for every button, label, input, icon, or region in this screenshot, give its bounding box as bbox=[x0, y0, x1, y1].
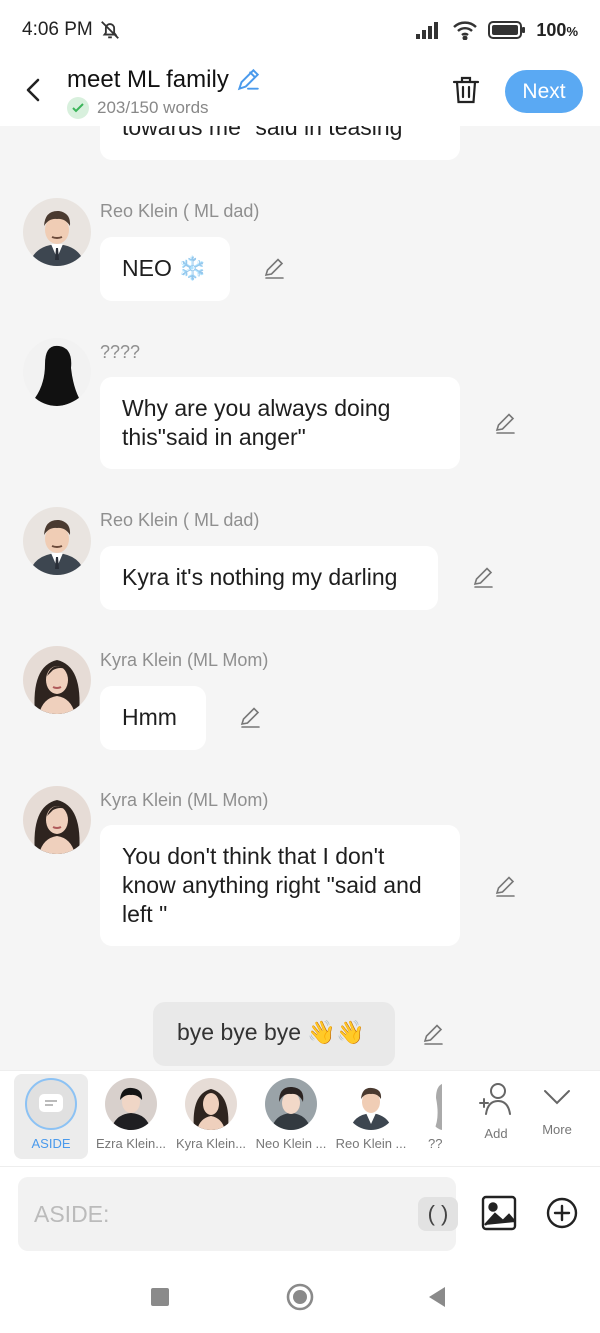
character-aside[interactable]: ASIDE bbox=[11, 1071, 91, 1167]
aside-text: bye bye bye 👋👋 bbox=[177, 1019, 365, 1045]
edit-title-icon[interactable] bbox=[235, 67, 261, 93]
character-label: Reo Klein ... bbox=[335, 1136, 407, 1151]
message-bubble[interactable]: Hmm bbox=[100, 686, 206, 750]
character-unknown[interactable]: ?? bbox=[402, 1071, 442, 1167]
chat-area[interactable]: towards me "said in teasing" Reo Klein (… bbox=[0, 126, 600, 1070]
edit-pencil-icon[interactable] bbox=[493, 411, 517, 435]
speaker-name: ???? bbox=[100, 342, 141, 362]
aside-bubble[interactable]: bye bye bye 👋👋 bbox=[153, 1002, 395, 1066]
avatar-kyra-small bbox=[185, 1078, 237, 1130]
edit-pencil-icon[interactable] bbox=[493, 874, 517, 898]
home-circle-icon[interactable] bbox=[286, 1283, 314, 1311]
character-label: Kyra Klein... bbox=[175, 1136, 247, 1151]
message-text: towards me "said in teasing" bbox=[122, 126, 411, 140]
add-person-icon bbox=[479, 1083, 511, 1115]
chevron-down-icon bbox=[544, 1090, 570, 1105]
header-bar: meet ML family 203/150 words Next bbox=[0, 60, 600, 126]
status-time: 4:06 PM bbox=[22, 19, 93, 40]
character-label: Neo Klein ... bbox=[255, 1136, 327, 1151]
message-text: Why are you always doing this"said in an… bbox=[122, 395, 391, 450]
edit-pencil-icon[interactable] bbox=[421, 1022, 445, 1046]
story-title[interactable]: meet ML family bbox=[67, 66, 229, 94]
input-box[interactable]: ( ) bbox=[18, 1177, 458, 1251]
status-bar: 4:06 PM 100% bbox=[0, 0, 600, 60]
avatar-reo-small bbox=[345, 1078, 397, 1130]
speaker-name: Reo Klein ( ML dad) bbox=[100, 510, 260, 530]
next-button[interactable]: Next bbox=[505, 70, 583, 113]
message-text: Hmm bbox=[122, 704, 177, 730]
wifi-icon bbox=[453, 21, 478, 40]
speaker-name: Kyra Klein (ML Mom) bbox=[100, 650, 269, 670]
character-label: ASIDE bbox=[31, 1136, 71, 1151]
character-ezra[interactable]: Ezra Klein... bbox=[91, 1071, 171, 1167]
character-reo[interactable]: Reo Klein ... bbox=[331, 1071, 411, 1167]
trash-icon[interactable] bbox=[451, 74, 481, 106]
speaker-name: Kyra Klein (ML Mom) bbox=[100, 790, 269, 810]
avatar-reo[interactable] bbox=[23, 507, 91, 575]
battery-percent: 100% bbox=[536, 19, 578, 40]
aside-chat-icon bbox=[25, 1078, 77, 1130]
avatar-neo bbox=[265, 1078, 317, 1130]
character-label: Ezra Klein... bbox=[95, 1136, 167, 1151]
avatar-unknown[interactable] bbox=[23, 338, 91, 406]
plus-circle-icon[interactable] bbox=[545, 1196, 579, 1230]
message-bubble[interactable]: You don't think that I don't know anythi… bbox=[100, 825, 460, 946]
message-text: NEO ❄️ bbox=[122, 255, 207, 281]
signal-icon bbox=[416, 22, 439, 39]
character-strip: ASIDE Ezra Klein... Kyra Klein... Neo Kl… bbox=[0, 1070, 600, 1166]
back-triangle-icon[interactable] bbox=[427, 1286, 447, 1308]
input-bar: ( ) bbox=[0, 1166, 600, 1262]
avatar-kyra[interactable] bbox=[23, 646, 91, 714]
more-button[interactable]: More bbox=[517, 1071, 597, 1167]
edit-pencil-icon[interactable] bbox=[238, 705, 262, 729]
message-bubble[interactable]: Why are you always doing this"said in an… bbox=[100, 377, 460, 469]
recents-square-icon[interactable] bbox=[150, 1287, 170, 1307]
avatar-kyra[interactable] bbox=[23, 786, 91, 854]
message-text: You don't think that I don't know anythi… bbox=[122, 843, 422, 927]
system-nav-bar bbox=[0, 1262, 600, 1333]
message-bubble[interactable]: NEO ❄️ bbox=[100, 237, 230, 301]
battery-icon bbox=[488, 21, 526, 39]
character-kyra[interactable]: Kyra Klein... bbox=[171, 1071, 251, 1167]
avatar-reo[interactable] bbox=[23, 198, 91, 266]
parentheses-button[interactable]: ( ) bbox=[418, 1197, 458, 1231]
message-bubble[interactable]: Kyra it's nothing my darling bbox=[100, 546, 438, 610]
speaker-name: Reo Klein ( ML dad) bbox=[100, 201, 260, 221]
more-label: More bbox=[542, 1122, 572, 1137]
edit-pencil-icon[interactable] bbox=[471, 565, 495, 589]
message-text: Kyra it's nothing my darling bbox=[122, 564, 398, 590]
check-icon bbox=[67, 97, 89, 119]
bell-off-icon bbox=[100, 21, 119, 39]
word-count: 203/150 words bbox=[97, 98, 209, 117]
avatar-unknown-small bbox=[428, 1078, 442, 1130]
title-box: meet ML family 203/150 words bbox=[67, 66, 261, 119]
message-bubble[interactable]: towards me "said in teasing" bbox=[100, 126, 460, 160]
character-label: ?? bbox=[428, 1136, 442, 1151]
avatar-ezra bbox=[105, 1078, 157, 1130]
aside-input[interactable] bbox=[34, 1199, 394, 1229]
image-icon[interactable] bbox=[481, 1195, 517, 1231]
back-arrow-icon[interactable] bbox=[18, 74, 50, 106]
edit-pencil-icon[interactable] bbox=[262, 256, 286, 280]
character-neo[interactable]: Neo Klein ... bbox=[251, 1071, 331, 1167]
